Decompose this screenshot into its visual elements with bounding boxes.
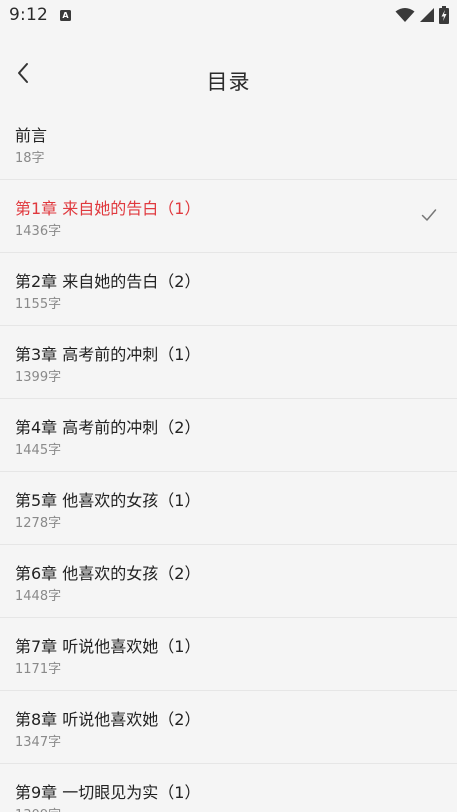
chapter-title: 第3章 高考前的冲刺（1） <box>15 345 201 364</box>
app-bar: 目录 <box>0 34 457 106</box>
chapter-item-6[interactable]: 第6章 他喜欢的女孩（2） 1448字 <box>0 545 457 618</box>
checkmark-icon <box>421 209 437 221</box>
chapter-title: 第7章 听说他喜欢她（1） <box>15 637 201 656</box>
notification-a-icon: A <box>60 10 71 21</box>
chapter-title: 第6章 他喜欢的女孩（2） <box>15 564 201 583</box>
status-icons <box>395 5 449 25</box>
chapter-word-count: 1278字 <box>15 516 62 531</box>
chapter-title: 第2章 来自她的告白（2） <box>15 272 201 291</box>
chapter-item-2[interactable]: 第2章 来自她的告白（2） 1155字 <box>0 253 457 326</box>
chapter-title: 第1章 来自她的告白（1） <box>15 199 201 218</box>
wifi-icon <box>395 8 415 22</box>
chapter-word-count: 18字 <box>15 151 45 166</box>
chapter-word-count: 1347字 <box>15 735 62 750</box>
battery-charging-icon <box>439 6 449 24</box>
chapter-item-7[interactable]: 第7章 听说他喜欢她（1） 1171字 <box>0 618 457 691</box>
chapter-word-count: 1436字 <box>15 224 62 239</box>
chapter-item-9[interactable]: 第9章 一切眼见为实（1） 1309字 <box>0 764 457 812</box>
chapter-item-preface[interactable]: 前言 18字 <box>0 107 457 180</box>
chapter-item-1[interactable]: 第1章 来自她的告白（1） 1436字 <box>0 180 457 253</box>
chapter-word-count: 1445字 <box>15 443 62 458</box>
chapter-word-count: 1171字 <box>15 662 62 677</box>
chapter-title: 第4章 高考前的冲刺（2） <box>15 418 201 437</box>
chapter-title: 前言 <box>15 126 48 145</box>
chapter-title: 第5章 他喜欢的女孩（1） <box>15 491 201 510</box>
chapter-item-3[interactable]: 第3章 高考前的冲刺（1） 1399字 <box>0 326 457 399</box>
chapter-word-count: 1309字 <box>15 804 61 812</box>
chapter-word-count: 1448字 <box>15 589 62 604</box>
status-bar: 9:12 A <box>0 0 457 34</box>
chapter-word-count: 1399字 <box>15 370 62 385</box>
chapter-word-count: 1155字 <box>15 297 62 312</box>
chapter-item-8[interactable]: 第8章 听说他喜欢她（2） 1347字 <box>0 691 457 764</box>
chapter-item-4[interactable]: 第4章 高考前的冲刺（2） 1445字 <box>0 399 457 472</box>
status-time: 9:12 <box>9 5 48 25</box>
signal-icon <box>420 8 434 22</box>
chapter-title: 第9章 一切眼见为实（1） <box>15 783 201 802</box>
page-title: 目录 <box>206 70 251 94</box>
chapter-list[interactable]: 前言 18字 第1章 来自她的告白（1） 1436字 第2章 来自她的告白（2）… <box>0 107 457 812</box>
chapter-item-5[interactable]: 第5章 他喜欢的女孩（1） 1278字 <box>0 472 457 545</box>
chapter-title: 第8章 听说他喜欢她（2） <box>15 710 201 729</box>
